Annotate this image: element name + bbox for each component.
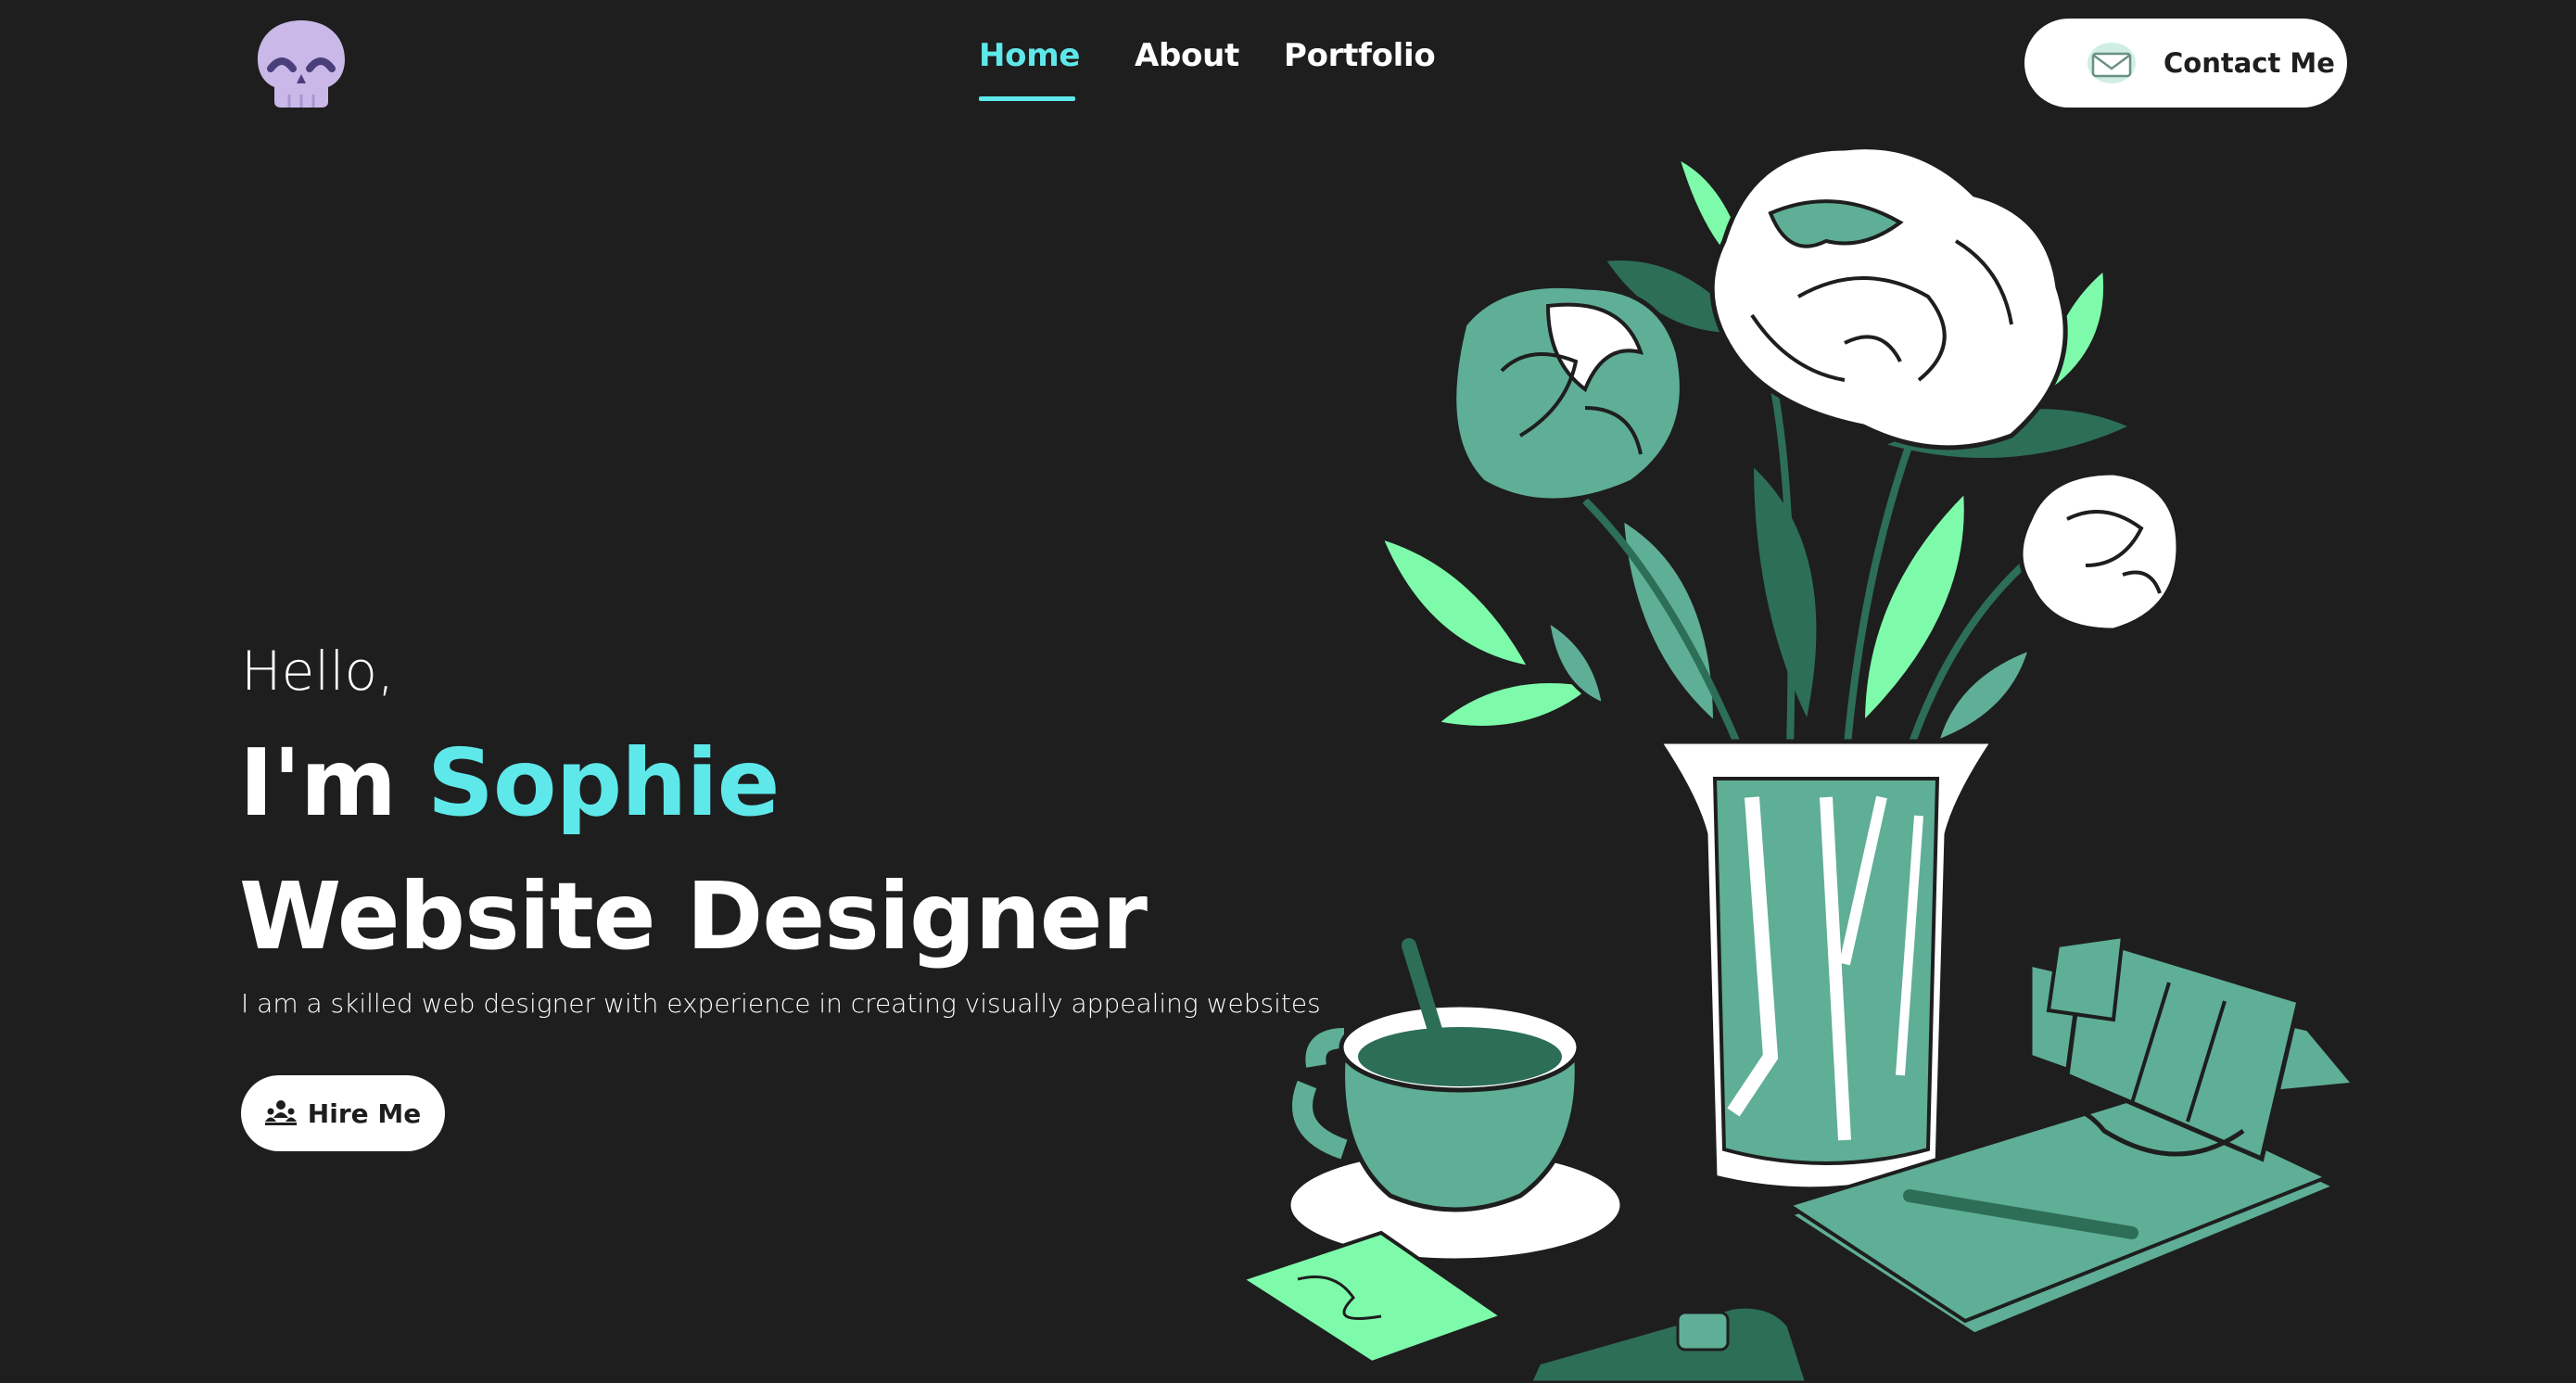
hero-name: Sophie: [426, 729, 780, 837]
hero-role: Website Designer: [239, 862, 1148, 971]
nav-about[interactable]: About: [1135, 37, 1239, 74]
page: Home About Portfolio Contact Me Hello, I…: [0, 0, 2576, 1383]
logo-skull-icon[interactable]: [250, 17, 352, 109]
phone: [1527, 1303, 1810, 1383]
hero-im-prefix: I'm: [239, 729, 427, 837]
hero-illustration: [1237, 145, 2359, 1383]
nav-home-label: Home: [979, 37, 1081, 74]
nav-home[interactable]: Home: [979, 37, 1081, 101]
hero-intro: I'm Sophie: [239, 729, 780, 837]
contact-me-button[interactable]: Contact Me: [2024, 19, 2347, 108]
hire-me-button[interactable]: Hire Me: [241, 1075, 445, 1151]
nav-portfolio-label: Portfolio: [1284, 37, 1436, 74]
white-peony: [1709, 145, 2068, 450]
nav-active-underline: [979, 96, 1075, 101]
hire-me-label: Hire Me: [307, 1098, 422, 1129]
green-rose: [1452, 283, 1684, 503]
nav-about-label: About: [1135, 37, 1239, 74]
envelope-icon: [2087, 43, 2136, 83]
nav-portfolio[interactable]: Portfolio: [1284, 37, 1436, 74]
hero-description: I am a skilled web designer with experie…: [241, 988, 1321, 1019]
team-icon: [264, 1100, 297, 1125]
white-rose: [2018, 470, 2181, 633]
contact-me-label: Contact Me: [2164, 47, 2335, 79]
vase: [1655, 739, 1998, 1192]
hero-greeting: Hello,: [241, 640, 395, 703]
coffee-cup: [1286, 938, 1625, 1263]
